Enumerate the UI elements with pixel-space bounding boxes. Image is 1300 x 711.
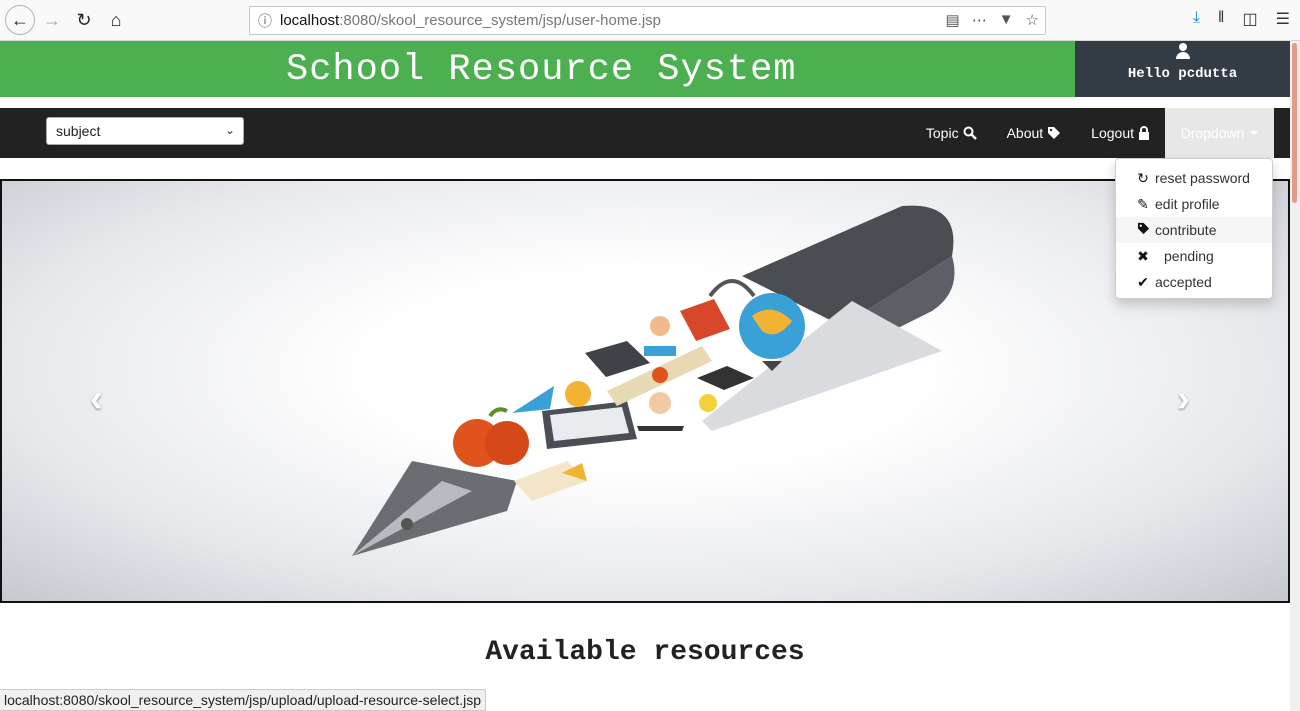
nav-about-label: About	[1006, 125, 1044, 141]
menu-item-label: reset password	[1155, 170, 1250, 186]
user-box: Hello pcdutta	[1075, 41, 1290, 97]
library-icon[interactable]: ‖	[1218, 9, 1225, 29]
chevron-down-icon: ⌄	[224, 123, 235, 137]
nav-topic[interactable]: Topic	[911, 108, 992, 158]
menu-item-pending[interactable]: ✖ pending	[1116, 243, 1272, 269]
nav-dropdown-toggle[interactable]: Dropdown	[1165, 108, 1274, 158]
dropdown-menu: ↻ reset password ✎ edit profile contribu…	[1115, 158, 1273, 299]
subject-select-value: subject	[56, 123, 101, 139]
carousel: ‹ ›	[0, 179, 1290, 603]
section-title: Available resources	[485, 637, 805, 668]
menu-item-accepted[interactable]: ✔ accepted	[1116, 269, 1272, 295]
page-content: School Resource System Hello pcdutta sub…	[0, 41, 1290, 711]
more-actions-icon[interactable]: ⋯	[972, 11, 987, 29]
nav-topic-label: Topic	[925, 125, 959, 141]
refresh-icon: ↻	[1137, 169, 1149, 186]
forward-button[interactable]: →	[38, 6, 66, 34]
carousel-pen-illustration	[352, 205, 955, 556]
reader-view-icon[interactable]: ▤	[946, 11, 960, 29]
pencil-icon: ✎	[1137, 195, 1149, 212]
menu-item-label: contribute	[1155, 222, 1217, 238]
nav-about[interactable]: About	[992, 108, 1077, 158]
menu-item-label: edit profile	[1155, 196, 1220, 212]
search-icon	[963, 126, 977, 140]
subject-select[interactable]: subject ⌄	[46, 117, 244, 145]
site-header: School Resource System	[0, 41, 1075, 97]
bookmark-star-icon[interactable]: ☆	[1026, 11, 1039, 29]
nav-logout-label: Logout	[1091, 125, 1134, 141]
menu-item-contribute[interactable]: contribute	[1116, 217, 1272, 243]
back-button[interactable]: ←	[5, 5, 35, 35]
navbar: subject ⌄ Topic About Logout Dropdown	[0, 108, 1290, 158]
menu-item-label: accepted	[1155, 274, 1212, 290]
address-bar[interactable]: ⓘ localhost:8080/skool_resource_system/j…	[249, 6, 1046, 35]
nav-dropdown-label: Dropdown	[1180, 125, 1245, 141]
menu-icon[interactable]: ☰	[1276, 9, 1290, 29]
carousel-prev-icon[interactable]: ‹	[90, 378, 103, 421]
sidebar-icon[interactable]: ◫	[1243, 9, 1258, 29]
url-text: localhost:8080/skool_resource_system/jsp…	[280, 12, 662, 29]
menu-item-reset-password[interactable]: ↻ reset password	[1116, 165, 1272, 191]
home-button[interactable]: ⌂	[102, 6, 130, 34]
download-icon[interactable]: ⤓	[1193, 9, 1200, 29]
carousel-next-icon[interactable]: ›	[1177, 378, 1190, 421]
arrow-right-icon: →	[43, 9, 61, 30]
scrollbar-thumb[interactable]	[1292, 43, 1297, 203]
nav-logout[interactable]: Logout	[1076, 108, 1165, 158]
arrow-left-icon: ←	[11, 9, 29, 30]
page-scrollbar[interactable]	[1290, 41, 1300, 711]
greeting: Hello pcdutta	[1127, 66, 1238, 82]
pocket-icon[interactable]: ▼	[999, 11, 1014, 29]
menu-item-edit-profile[interactable]: ✎ edit profile	[1116, 191, 1272, 217]
reload-icon: ↻	[76, 9, 92, 30]
browser-toolbar: ← → ↻ ⌂ ⓘ localhost:8080/skool_resource_…	[0, 0, 1300, 41]
status-bar: localhost:8080/skool_resource_system/jsp…	[0, 689, 487, 711]
menu-item-label: pending	[1164, 248, 1214, 264]
reload-button[interactable]: ↻	[70, 6, 98, 34]
user-icon	[1175, 43, 1190, 59]
tags-icon	[1048, 127, 1061, 139]
tag-icon	[1136, 222, 1150, 238]
check-icon: ✔	[1137, 273, 1149, 290]
info-icon[interactable]: ⓘ	[250, 11, 280, 31]
home-icon: ⌂	[110, 9, 122, 30]
x-icon: ✖	[1137, 247, 1149, 264]
caret-down-icon	[1250, 131, 1259, 135]
site-title: School Resource System	[286, 49, 797, 91]
lock-icon	[1139, 126, 1149, 140]
